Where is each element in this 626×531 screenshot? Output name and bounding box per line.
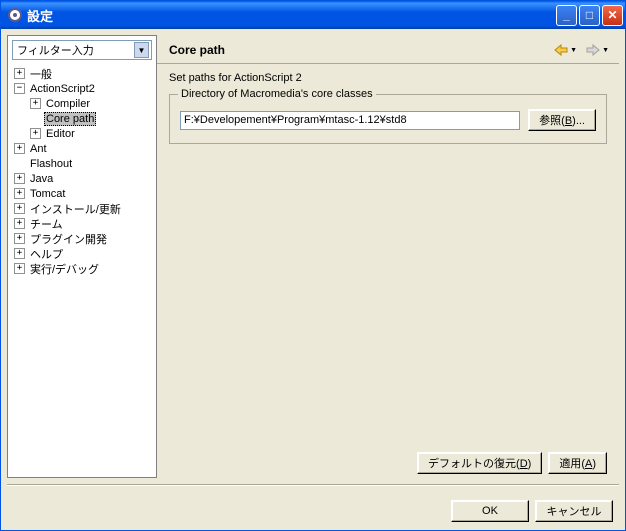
- tree-item-label: ActionScript2: [28, 83, 97, 95]
- window-body: フィルター入力 ▼ +一般−ActionScript2+CompilerCore…: [1, 29, 625, 530]
- tree-item[interactable]: +ヘルプ: [8, 246, 156, 261]
- window-buttons: _ □ ✕: [556, 5, 623, 26]
- tree-item-label: Ant: [28, 143, 49, 155]
- browse-button[interactable]: 参照(B)...: [528, 109, 596, 131]
- chevron-down-icon: ▼: [570, 47, 577, 54]
- expand-icon[interactable]: +: [30, 128, 41, 139]
- expand-icon[interactable]: +: [14, 233, 25, 244]
- expand-icon[interactable]: +: [14, 188, 25, 199]
- footer-divider: [7, 484, 619, 486]
- apply-button[interactable]: 適用(A): [548, 452, 607, 474]
- expand-icon[interactable]: +: [14, 203, 25, 214]
- window-title: 設定: [27, 6, 556, 25]
- tree-item[interactable]: +チーム: [8, 216, 156, 231]
- collapse-icon[interactable]: −: [14, 83, 25, 94]
- tree-item-label: 一般: [28, 66, 54, 82]
- expand-icon[interactable]: +: [14, 68, 25, 79]
- ok-button[interactable]: OK: [451, 500, 529, 522]
- tree-item[interactable]: +Ant: [8, 141, 156, 156]
- tree-item[interactable]: −ActionScript2: [8, 81, 156, 96]
- nav-arrows: ▼ ▼: [553, 43, 609, 57]
- expand-icon[interactable]: +: [14, 263, 25, 274]
- cancel-button[interactable]: キャンセル: [535, 500, 613, 522]
- tree-item-label: ヘルプ: [28, 246, 65, 262]
- main-split: フィルター入力 ▼ +一般−ActionScript2+CompilerCore…: [7, 35, 619, 478]
- tree-item[interactable]: Flashout: [8, 156, 156, 171]
- forward-button[interactable]: ▼: [585, 43, 609, 57]
- tree-item[interactable]: +インストール/更新: [8, 201, 156, 216]
- path-input[interactable]: [180, 111, 520, 130]
- tree-item-label: インストール/更新: [28, 201, 123, 217]
- tree-item[interactable]: +プラグイン開発: [8, 231, 156, 246]
- page-body: Set paths for ActionScript 2 Directory o…: [157, 64, 619, 446]
- dialog-footer: OK キャンセル: [7, 492, 619, 524]
- tree-item[interactable]: Core path: [8, 111, 156, 126]
- tree-item[interactable]: +一般: [8, 66, 156, 81]
- tree-item-label: Java: [28, 173, 55, 185]
- tree-item[interactable]: +Tomcat: [8, 186, 156, 201]
- app-icon: [7, 7, 23, 23]
- right-panel: Core path ▼ ▼ Set paths for Ac: [157, 35, 619, 478]
- restore-defaults-button[interactable]: デフォルトの復元(D): [417, 452, 542, 474]
- maximize-button[interactable]: □: [579, 5, 600, 26]
- arrow-left-icon: [553, 43, 569, 57]
- arrow-right-icon: [585, 43, 601, 57]
- filter-combo[interactable]: フィルター入力 ▼: [12, 40, 152, 60]
- preferences-window: 設定 _ □ ✕ フィルター入力 ▼ +一般−ActionScript2+Com…: [0, 0, 626, 531]
- tree-item[interactable]: +Editor: [8, 126, 156, 141]
- group-label: Directory of Macromedia's core classes: [178, 88, 376, 100]
- tree-item-label: Core path: [44, 112, 96, 126]
- page-buttons: デフォルトの復元(D) 適用(A): [157, 446, 619, 478]
- path-row: 参照(B)...: [180, 109, 596, 131]
- expand-icon[interactable]: +: [30, 98, 41, 109]
- tree-item-label: Tomcat: [28, 188, 67, 200]
- titlebar[interactable]: 設定 _ □ ✕: [1, 1, 625, 29]
- tree-spacer: [30, 113, 41, 124]
- minimize-button[interactable]: _: [556, 5, 577, 26]
- tree-item-label: チーム: [28, 216, 65, 232]
- back-button[interactable]: ▼: [553, 43, 577, 57]
- page-title: Core path: [169, 43, 225, 57]
- expand-icon[interactable]: +: [14, 143, 25, 154]
- page-header: Core path ▼ ▼: [157, 35, 619, 63]
- expand-icon[interactable]: +: [14, 218, 25, 229]
- filter-text: フィルター入力: [17, 42, 94, 58]
- close-button[interactable]: ✕: [602, 5, 623, 26]
- tree-item-label: プラグイン開発: [28, 231, 109, 247]
- core-classes-group: Directory of Macromedia's core classes 参…: [169, 94, 607, 144]
- chevron-down-icon: ▼: [602, 47, 609, 54]
- tree-item[interactable]: +Java: [8, 171, 156, 186]
- chevron-down-icon[interactable]: ▼: [134, 42, 149, 58]
- tree-item-label: Flashout: [28, 158, 74, 170]
- expand-icon[interactable]: +: [14, 173, 25, 184]
- tree-item-label: 実行/デバッグ: [28, 261, 101, 277]
- tree-item-label: Compiler: [44, 98, 92, 110]
- tree-item[interactable]: +Compiler: [8, 96, 156, 111]
- expand-icon[interactable]: +: [14, 248, 25, 259]
- preferences-tree[interactable]: +一般−ActionScript2+CompilerCore path+Edit…: [8, 64, 156, 477]
- left-panel: フィルター入力 ▼ +一般−ActionScript2+CompilerCore…: [7, 35, 157, 478]
- page-description: Set paths for ActionScript 2: [169, 72, 607, 84]
- tree-item-label: Editor: [44, 128, 77, 140]
- tree-spacer: [14, 158, 25, 169]
- tree-item[interactable]: +実行/デバッグ: [8, 261, 156, 276]
